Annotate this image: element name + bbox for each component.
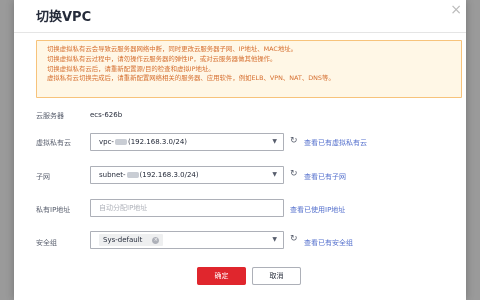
view-used-ip-link[interactable]: 查看已使用IP地址	[290, 205, 345, 215]
refresh-icon[interactable]: ↻	[290, 136, 298, 146]
vpc-prefix: vpc-	[99, 138, 114, 146]
view-sg-link[interactable]: 查看已有安全组	[304, 238, 353, 248]
cancel-button[interactable]: 取消	[252, 267, 301, 285]
vpc-cidr: (192.168.3.0/24)	[127, 138, 188, 146]
security-group-select[interactable]: Sys-default × ▼	[90, 231, 284, 249]
subnet-label: 子网	[36, 173, 50, 181]
vpc-label: 虚拟私有云	[36, 139, 71, 147]
server-label: 云服务器	[36, 112, 64, 120]
view-subnet-link[interactable]: 查看已有子网	[304, 172, 346, 182]
tag-label: Sys-default	[103, 236, 143, 244]
warning-notice: 切换虚拟私有云会导致云服务器网络中断，同时更改云服务器子网、IP地址、MAC地址…	[36, 40, 462, 98]
ip-label: 私有IP地址	[36, 206, 71, 214]
dialog-title: 切换VPC	[36, 10, 92, 25]
switch-vpc-dialog: 切换VPC × 切换虚拟私有云会导致云服务器网络中断，同时更改云服务器子网、IP…	[14, 0, 466, 300]
warning-line: 虚拟私有云切换完成后，请重新配置网络相关的服务器、应用软件，例如ELB、VPN、…	[47, 74, 335, 83]
warning-line: 切换虚拟私有云后，请重新配置源/目的检查和虚拟IP地址。	[47, 64, 215, 73]
redacted-mask	[126, 171, 139, 178]
private-ip-input[interactable]	[90, 199, 284, 217]
vpc-select[interactable]: vpc- (192.168.3.0/24) ▼	[90, 133, 284, 151]
close-icon[interactable]: ×	[450, 2, 462, 18]
title-divider	[14, 32, 466, 33]
view-vpc-link[interactable]: 查看已有虚拟私有云	[304, 138, 367, 148]
subnet-prefix: subnet-	[99, 171, 126, 179]
tag-close-icon[interactable]: ×	[152, 236, 160, 244]
security-group-tag: Sys-default ×	[99, 234, 164, 246]
server-value: ecs-626b	[90, 111, 123, 119]
redacted-mask	[114, 138, 127, 145]
subnet-select[interactable]: subnet- (192.168.3.0/24) ▼	[90, 166, 284, 184]
chevron-down-icon: ▼	[272, 236, 277, 243]
sg-label: 安全组	[36, 239, 57, 247]
chevron-down-icon: ▼	[272, 138, 277, 145]
refresh-icon[interactable]: ↻	[290, 234, 298, 244]
subnet-cidr: (192.168.3.0/24)	[139, 171, 199, 179]
chevron-down-icon: ▼	[272, 171, 277, 178]
ok-button[interactable]: 确定	[197, 267, 246, 285]
warning-line: 切换虚拟私有云过程中，请勿操作云服务器的弹性IP，或对云服务器做其他操作。	[47, 54, 277, 63]
refresh-icon[interactable]: ↻	[290, 169, 298, 179]
warning-line: 切换虚拟私有云会导致云服务器网络中断，同时更改云服务器子网、IP地址、MAC地址…	[47, 45, 298, 53]
